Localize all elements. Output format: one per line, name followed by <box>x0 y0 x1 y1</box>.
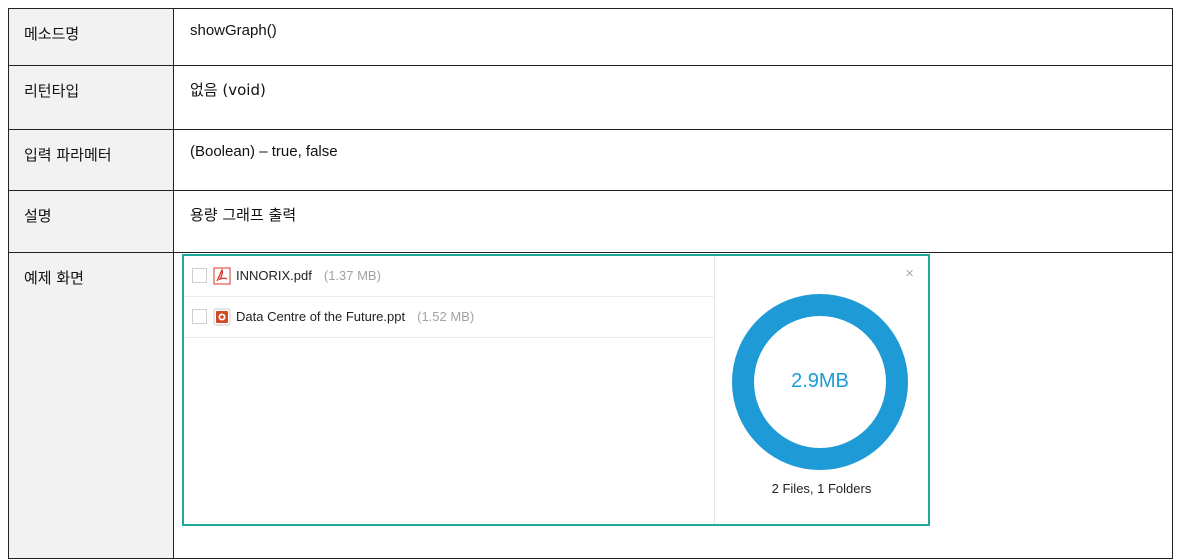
row-parameters: 입력 파라메터 (Boolean) – true, false <box>8 128 1173 192</box>
ppt-icon <box>213 308 231 326</box>
uploader-widget: INNORIX.pdf (1.37 MB) Data Centre of the… <box>182 253 930 526</box>
value-parameters: (Boolean) – true, false <box>173 128 1173 192</box>
value-return-type: 없음 (void) <box>173 65 1173 130</box>
value-example: INNORIX.pdf (1.37 MB) Data Centre of the… <box>173 251 1173 560</box>
row-return-type: 리턴타입 없음 (void) <box>8 65 1173 130</box>
file-row[interactable]: INNORIX.pdf (1.37 MB) <box>184 256 714 297</box>
label-return-type: 리턴타입 <box>8 65 174 130</box>
label-parameters: 입력 파라메터 <box>8 128 174 192</box>
method-spec-table: 메소드명 showGraph() 리턴타입 없음 (void) 입력 파라메터 … <box>8 7 1173 560</box>
file-list: INNORIX.pdf (1.37 MB) Data Centre of the… <box>184 255 715 524</box>
row-description: 설명 용량 그래프 출력 <box>8 190 1173 253</box>
file-name: Data Centre of the Future.ppt <box>236 309 406 325</box>
file-checkbox[interactable] <box>192 268 207 284</box>
row-method-name: 메소드명 showGraph() <box>8 7 1173 67</box>
value-method-name: showGraph() <box>173 7 1173 67</box>
value-description: 용량 그래프 출력 <box>173 190 1173 253</box>
label-method-name: 메소드명 <box>8 7 174 67</box>
close-icon[interactable]: × <box>905 266 914 281</box>
file-row[interactable]: Data Centre of the Future.ppt (1.52 MB) <box>184 297 714 338</box>
file-size: (1.37 MB) <box>323 268 381 284</box>
row-example: 예제 화면 INNORIX.pdf (1.37 MB) Data Centre … <box>8 251 1173 560</box>
summary-panel: × 2.9MB 2 Files, 1 Folders <box>715 256 928 524</box>
total-size-label: 2.9MB <box>791 370 849 393</box>
pdf-icon <box>213 267 231 285</box>
label-example: 예제 화면 <box>8 251 174 560</box>
file-checkbox[interactable] <box>192 309 207 325</box>
file-name: INNORIX.pdf <box>236 268 312 284</box>
files-summary: 2 Files, 1 Folders <box>771 480 872 496</box>
file-size: (1.52 MB) <box>417 309 475 325</box>
label-description: 설명 <box>8 190 174 253</box>
